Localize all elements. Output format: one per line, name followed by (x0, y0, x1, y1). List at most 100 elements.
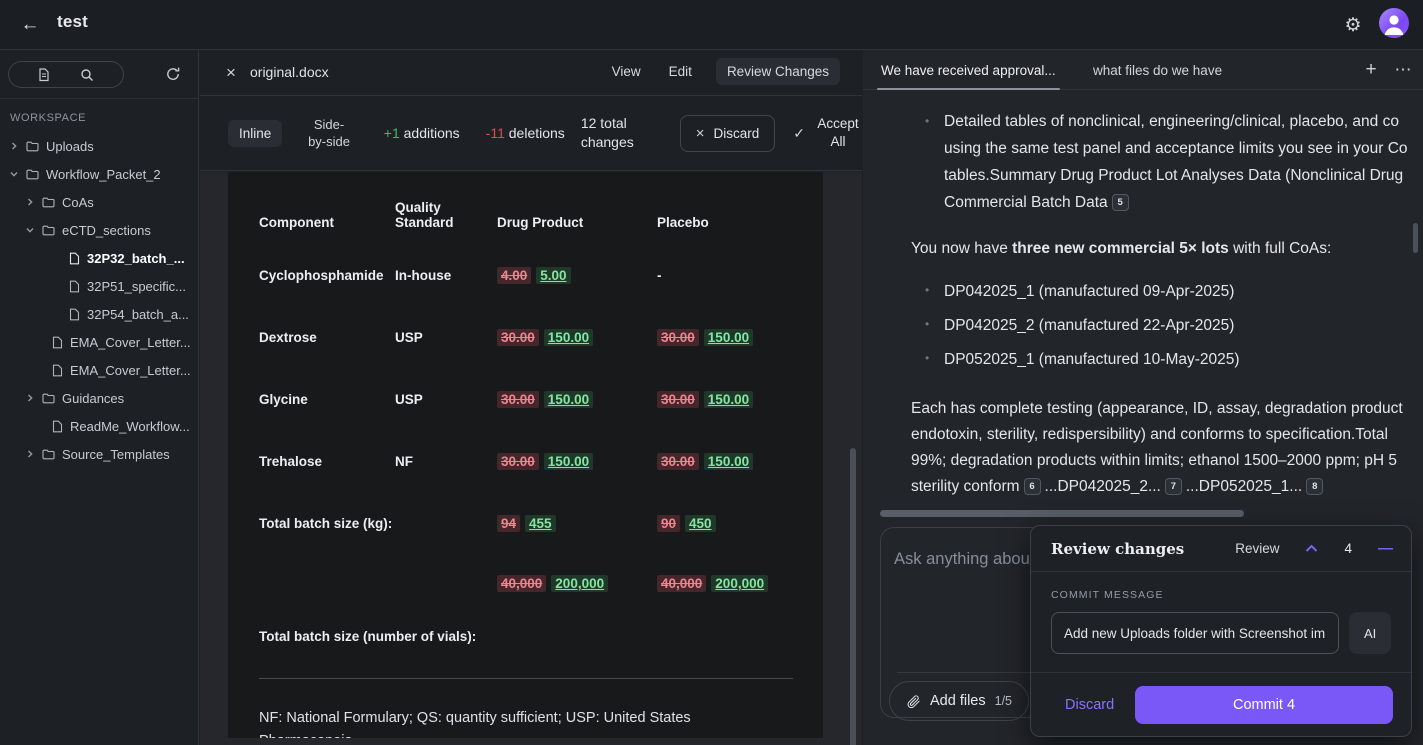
editor-vertical-scrollbar[interactable] (850, 448, 856, 745)
document-scroll-area: Component Quality Standard Drug Product … (200, 172, 862, 745)
chat-message-bullet-line: • Detailed tables of nonclinical, engine… (944, 108, 1399, 135)
chat-vertical-scrollbar[interactable] (1413, 223, 1418, 253)
review-link[interactable]: Review (1235, 541, 1279, 556)
citation-chip[interactable]: 8 (1306, 478, 1323, 495)
popup-title: Review changes (1051, 540, 1184, 558)
tree-label: 32P54_batch_a... (87, 307, 189, 322)
file-search-pill[interactable] (8, 61, 124, 88)
commit-button[interactable]: Commit 4 (1135, 686, 1393, 724)
sidebar-item-guidances[interactable]: Guidances (0, 384, 198, 412)
view-menu-item[interactable]: View (608, 58, 645, 85)
discard-changes-button[interactable]: ×Discard (680, 115, 776, 152)
chat-message-line: endotoxin, sterility, redispersibility) … (911, 421, 1388, 448)
sidebar-item-32p54-batch[interactable]: 32P54_batch_a... (0, 300, 198, 328)
table-row: Dextrose USP 30.00150.00 30.00150.00 (259, 306, 823, 368)
citation-chip[interactable]: 7 (1165, 478, 1182, 495)
citation-chip[interactable]: 6 (1024, 478, 1041, 495)
bullet-icon: • (925, 283, 929, 297)
col-header-placebo: Placebo (657, 215, 823, 230)
diff-added-value: 450 (685, 515, 716, 532)
close-tab-icon[interactable]: × (220, 62, 242, 84)
new-chat-plus-icon[interactable]: + (1359, 58, 1383, 82)
chat-horizontal-scrollbar[interactable] (880, 510, 1244, 517)
discard-commit-link[interactable]: Discard (1065, 697, 1114, 713)
citation-chip[interactable]: 5 (1112, 194, 1129, 211)
chat-message-line: 99%; degradation products within limits;… (911, 447, 1397, 474)
refresh-icon[interactable] (162, 63, 184, 85)
col-header-quality-standard: Quality Standard (395, 200, 497, 230)
document-divider (259, 678, 793, 679)
ai-generate-button[interactable]: AI (1349, 612, 1391, 654)
diff-deleted-value: 30.00 (497, 391, 539, 408)
chevron-up-icon[interactable] (1305, 544, 1318, 553)
chat-tab-files[interactable]: what files do we have (1089, 50, 1226, 90)
folder-icon (42, 197, 55, 208)
user-avatar[interactable] (1379, 8, 1409, 38)
sidebar-item-ema-cover-letter-1[interactable]: EMA_Cover_Letter... (0, 328, 198, 356)
deletions-count: -11 deletions (486, 125, 565, 141)
sidebar-item-ectd-sections[interactable]: eCTD_sections (0, 216, 198, 244)
cell-drug-product: 94455 (497, 516, 657, 531)
table-row: Cyclophosphamide In-house 4.005.00 - (259, 244, 823, 306)
chat-lot-item: • DP052025_1 (manufactured 10-May-2025) (944, 351, 1240, 369)
cell-drug-product: 30.00 150.00 (497, 392, 657, 407)
diff-added-value: 5.00 (536, 267, 570, 284)
sidebar-item-coas[interactable]: CoAs (0, 188, 198, 216)
check-icon: ✓ (793, 125, 805, 142)
chevron-down-icon (9, 170, 18, 179)
sidebar-item-32p51-specific[interactable]: 32P51_specific... (0, 272, 198, 300)
diff-deleted-value: 40,000 (657, 575, 706, 592)
chevron-right-icon (9, 142, 18, 151)
cell-placebo: 90 450 (657, 516, 823, 531)
sidebar-item-source-templates[interactable]: Source_Templates (0, 440, 198, 468)
more-options-ellipsis-icon[interactable]: ⋯ (1391, 58, 1415, 82)
document-page: Component Quality Standard Drug Product … (228, 172, 823, 738)
chat-tab-approval[interactable]: We have received approval... (877, 50, 1060, 90)
cell-drug-product: 4.005.00 (497, 268, 657, 283)
file-icon (69, 252, 80, 265)
file-icon (69, 308, 80, 321)
search-icon (80, 68, 94, 82)
minimize-icon[interactable]: — (1378, 540, 1393, 557)
table-row: Trehalose NF 30.00150.00 30.00150.00 (259, 430, 823, 492)
cell-placebo: - (657, 268, 823, 283)
inline-view-toggle[interactable]: Inline (228, 120, 282, 147)
sidebar-toolbar (0, 50, 198, 99)
back-arrow-icon[interactable]: ← (16, 11, 44, 39)
diff-added-value: 150.00 (704, 329, 753, 346)
tree-label: EMA_Cover_Letter... (70, 363, 191, 378)
tree-label: Guidances (62, 391, 124, 406)
cell-placebo: 30.00150.00 (657, 454, 823, 469)
add-files-button[interactable]: Add files 1/5 (889, 681, 1029, 721)
table-footnote: NF: National Formulary; QS: quantity suf… (259, 707, 719, 738)
tree-label: Workflow_Packet_2 (46, 167, 161, 182)
additions-count: +1 additions (384, 125, 460, 141)
diff-added-value: 150.00 (544, 391, 593, 408)
tree-label: Source_Templates (62, 447, 170, 462)
review-changes-menu-item[interactable]: Review Changes (716, 58, 840, 85)
chat-message-line: Each has complete testing (appearance, I… (911, 395, 1403, 422)
add-files-label: Add files (930, 693, 986, 709)
edit-menu-item[interactable]: Edit (665, 58, 696, 85)
sidebar-item-workflow-packet-2[interactable]: Workflow_Packet_2 (0, 160, 198, 188)
folder-icon (26, 141, 39, 152)
sidebar-item-uploads[interactable]: Uploads (0, 132, 198, 160)
person-icon (1379, 8, 1409, 38)
side-by-side-view-toggle[interactable]: Side-by-side (306, 116, 351, 150)
sidebar-item-32p32-batch[interactable]: 32P32_batch_... (0, 244, 198, 272)
diff-added-value: 200,000 (551, 575, 608, 592)
sidebar-item-ema-cover-letter-2[interactable]: EMA_Cover_Letter... (0, 356, 198, 384)
popup-footer: Discard Commit 4 (1031, 672, 1411, 736)
commit-message-input[interactable] (1051, 612, 1339, 654)
diff-deleted-value: 90 (657, 515, 680, 532)
tree-label: EMA_Cover_Letter... (70, 335, 191, 350)
cell-standard: USP (395, 392, 497, 407)
bullet-icon: • (925, 351, 929, 365)
folder-icon (26, 169, 39, 180)
settings-gear-icon[interactable]: ⚙ (1339, 11, 1367, 39)
sidebar-item-readme-workflow[interactable]: ReadMe_Workflow... (0, 412, 198, 440)
document-editor-panel: × original.docx View Edit Review Changes… (200, 50, 862, 745)
cell-drug-product: 30.00150.00 (497, 454, 657, 469)
diff-added-value: 150.00 (704, 453, 753, 470)
accept-all-button[interactable]: ✓Accept All (793, 115, 862, 151)
